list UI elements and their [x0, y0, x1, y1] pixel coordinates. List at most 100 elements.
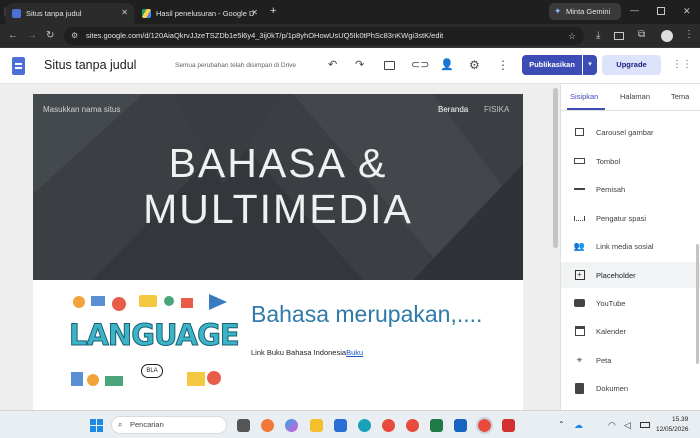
carousel-icon — [573, 126, 586, 139]
close-icon[interactable]: ✕ — [251, 8, 258, 17]
browser-menu-icon[interactable]: ⋮ — [684, 30, 694, 40]
panel-tab-pages[interactable]: Halaman — [620, 92, 650, 101]
publish-button[interactable]: Publikasikan — [522, 55, 582, 75]
minimize-icon[interactable]: — — [630, 5, 639, 15]
close-icon[interactable]: ✕ — [121, 8, 128, 17]
preview-icon[interactable] — [384, 61, 395, 70]
taskbar-search[interactable]: ⌕ Pencarian — [111, 416, 227, 434]
canvas-scrollbar[interactable] — [553, 88, 558, 248]
volume-icon[interactable]: ◁ — [624, 420, 631, 430]
panel-item-label: Link media sosial — [596, 241, 654, 251]
panel-item-divider[interactable]: Pemisah — [561, 176, 700, 202]
doc-title[interactable]: Situs tanpa judul — [44, 58, 136, 72]
insert-panel: Sisipkan Halaman Tema Carousel gambar To… — [560, 84, 700, 410]
panel-scrollbar[interactable] — [696, 244, 699, 364]
panel-item-docs[interactable]: Dokumen — [561, 375, 700, 401]
hero-title-line1[interactable]: BAHASA & — [33, 140, 523, 187]
gemini-button[interactable]: ✦ Minta Gemini — [549, 3, 621, 20]
map-pin-icon: ⌖ — [576, 354, 583, 366]
address-bar[interactable]: ⚙ sites.google.com/d/120AiaQkrvJJzeTSZDb… — [64, 27, 584, 45]
bookmark-star-icon[interactable]: ☆ — [568, 31, 576, 41]
language-illustration[interactable]: LANGUAGE BLA — [69, 292, 241, 392]
reload-icon[interactable]: ↻ — [46, 31, 54, 41]
publish-dropdown-button[interactable]: ▾ — [583, 55, 597, 75]
sites-favicon-icon — [12, 9, 21, 18]
panel-item-social-links[interactable]: 👥 Link media sosial — [561, 233, 700, 259]
share-person-icon[interactable]: 👤 — [440, 60, 454, 71]
undo-icon[interactable]: ↶ — [328, 60, 337, 71]
file-explorer-icon[interactable] — [310, 419, 323, 432]
url-text: sites.google.com/d/120AiaQkrvJJzeTSZDb1e… — [86, 31, 444, 40]
battery-icon[interactable] — [640, 422, 650, 428]
site-info-icon[interactable]: ⚙ — [71, 31, 78, 41]
tab-cast-icon[interactable] — [614, 32, 624, 40]
redo-icon[interactable]: ↷ — [355, 60, 364, 71]
panel-tab-insert[interactable]: Sisipkan — [570, 92, 598, 101]
placeholder-icon: + — [573, 269, 586, 282]
onedrive-icon[interactable]: ☁ — [574, 420, 583, 430]
nav-item-fisika[interactable]: FISIKA — [484, 105, 509, 114]
panel-item-spacer[interactable]: Pengatur spasi — [561, 205, 700, 231]
copilot-icon[interactable] — [285, 419, 298, 432]
tray-chevron-icon[interactable]: ⌃ — [558, 420, 565, 430]
panel-item-label: YouTube — [596, 298, 626, 308]
outlook-icon[interactable] — [454, 419, 467, 432]
book-link-paragraph[interactable]: Link Buku Bahasa IndonesiaBuku — [251, 348, 363, 357]
close-window-icon[interactable]: ✕ — [683, 6, 691, 16]
panel-item-carousel[interactable]: Carousel gambar — [561, 119, 700, 145]
upgrade-button[interactable]: Upgrade — [602, 55, 661, 75]
maximize-icon[interactable] — [657, 7, 665, 15]
nav-item-beranda[interactable]: Beranda — [438, 105, 468, 114]
clock-date[interactable]: 12/05/2026 — [656, 426, 689, 433]
excel-icon[interactable] — [430, 419, 443, 432]
profile-avatar[interactable] — [661, 30, 673, 42]
panel-item-label: Tombol — [596, 156, 621, 166]
panel-item-youtube[interactable]: YouTube — [561, 290, 700, 316]
extensions-icon[interactable]: ⧉ — [638, 30, 645, 40]
book-link-prefix: Link Buku Bahasa Indonesia — [251, 348, 347, 357]
panel-item-map[interactable]: ⌖ Peta — [561, 347, 700, 373]
panel-item-label: Pengatur spasi — [596, 213, 647, 223]
chrome-active-icon[interactable] — [476, 417, 493, 434]
task-view-icon[interactable] — [237, 419, 250, 432]
link-icon[interactable]: ⊂⊃ — [411, 60, 429, 71]
panel-tabs-divider — [561, 110, 700, 111]
hero-title-line2[interactable]: MULTIMEDIA — [33, 186, 523, 233]
edge-icon[interactable] — [358, 419, 371, 432]
site-name-field[interactable]: Masukkan nama situs — [43, 105, 120, 114]
panel-item-calendar[interactable]: Kalender — [561, 318, 700, 344]
panel-tab-themes[interactable]: Tema — [671, 92, 689, 101]
panel-item-placeholder[interactable]: + Placeholder — [561, 262, 700, 288]
language-word: LANGUAGE — [69, 318, 241, 353]
panel-item-button[interactable]: Tombol — [561, 148, 700, 174]
tab-active[interactable]: Situs tanpa judul ✕ — [6, 3, 134, 24]
forward-icon[interactable]: → — [27, 31, 37, 41]
tab-inactive[interactable]: Hasil penelusuran - Google Drive ✕ — [136, 3, 264, 24]
windows-start-icon[interactable] — [90, 419, 103, 432]
section-heading[interactable]: Bahasa merupakan,.... — [251, 301, 482, 328]
chrome-icon[interactable] — [382, 419, 395, 432]
download-icon[interactable]: ⤓ — [596, 31, 600, 41]
browser-tab-bar: Situs tanpa judul ✕ Hasil penelusuran - … — [0, 0, 700, 24]
panel-item-label: Kalender — [596, 326, 627, 336]
clock-time[interactable]: 15.39 — [672, 416, 688, 423]
wps-icon[interactable] — [502, 419, 515, 432]
google-apps-icon[interactable]: ⋮⋮ — [672, 60, 692, 70]
hero-banner[interactable]: Masukkan nama situs Beranda FISIKA BAHAS… — [33, 94, 523, 280]
settings-gear-icon[interactable]: ⚙ — [469, 59, 480, 71]
store-icon[interactable] — [334, 419, 347, 432]
divider-icon — [573, 183, 586, 196]
gemini-icon: ✦ — [554, 6, 562, 16]
bla-speech-bubble: BLA — [141, 364, 163, 378]
back-icon[interactable]: ← — [8, 31, 18, 41]
more-vert-icon[interactable]: ⋮ — [497, 59, 509, 71]
drive-favicon-icon — [142, 9, 151, 18]
sites-logo-icon[interactable] — [12, 57, 25, 75]
sites-header: Situs tanpa judul Semua perubahan telah … — [0, 48, 700, 84]
firefox-icon[interactable] — [261, 419, 274, 432]
content-section[interactable]: LANGUAGE BLA Bahasa merupakan,.... Link … — [33, 280, 523, 410]
chrome-profile-icon[interactable] — [406, 419, 419, 432]
book-link[interactable]: Buku — [346, 348, 363, 357]
wifi-icon[interactable]: ◠ — [608, 420, 616, 430]
new-tab-button[interactable]: + — [270, 6, 276, 17]
